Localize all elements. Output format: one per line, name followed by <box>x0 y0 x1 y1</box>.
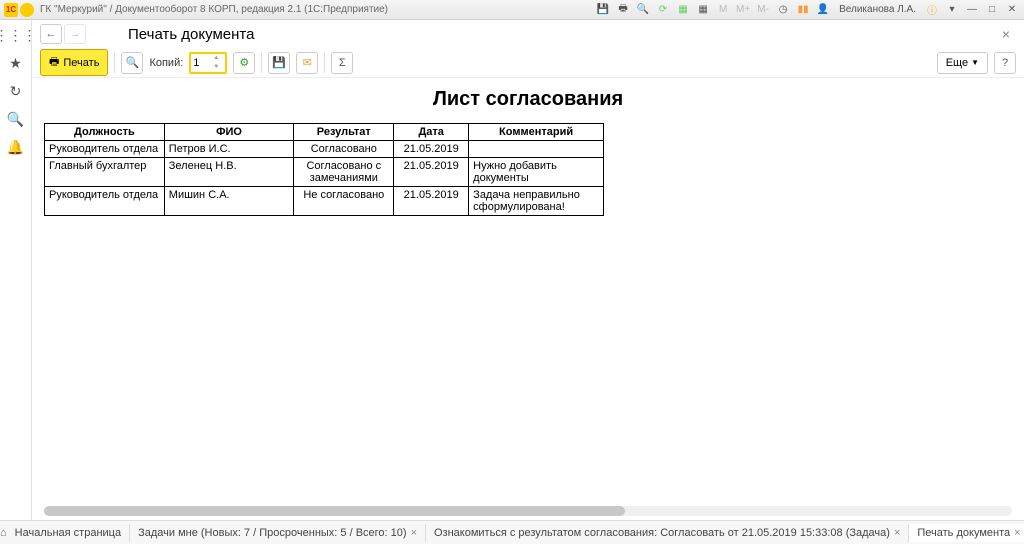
printer-icon: 🖶 <box>49 53 59 72</box>
tab-close-icon[interactable]: × <box>411 527 417 539</box>
col-comment: Комментарий <box>469 124 604 141</box>
taskbar-tab-print[interactable]: Печать документа × <box>909 524 1024 542</box>
title-bar: 1C ГК "Меркурий" / Документооборот 8 КОР… <box>0 0 1024 20</box>
taskbar-tab-review[interactable]: Ознакомиться с результатом согласования:… <box>426 524 909 542</box>
app-circle-icon <box>20 3 34 17</box>
m-minus-icon[interactable]: M- <box>755 2 771 18</box>
separator <box>324 53 325 73</box>
taskbar-tab-home[interactable]: Начальная страница <box>7 524 130 542</box>
cell-position: Главный бухгалтер <box>45 158 165 187</box>
back-button[interactable]: ← <box>40 24 62 44</box>
cell-comment: Задача неправильно сформулирована! <box>469 187 604 216</box>
horizontal-scrollbar[interactable] <box>44 506 1012 516</box>
cell-fio: Мишин С.А. <box>164 187 294 216</box>
document-title: Лист согласования <box>44 88 1012 111</box>
cell-date: 21.05.2019 <box>394 158 469 187</box>
tab-close-icon[interactable]: × <box>894 527 900 539</box>
cell-comment: Нужно добавить документы <box>469 158 604 187</box>
copies-stepper[interactable]: ▲ ▼ <box>211 54 221 72</box>
tab-label: Начальная страница <box>15 527 121 539</box>
forward-button[interactable]: → <box>64 24 86 44</box>
user-icon: 👤 <box>815 2 831 18</box>
cell-result: Не согласовано <box>294 187 394 216</box>
bars-icon[interactable]: ▮▮ <box>795 2 811 18</box>
taskbar-tab-tasks[interactable]: Задачи мне (Новых: 7 / Просроченных: 5 /… <box>130 524 426 542</box>
table-row: Главный бухгалтер Зеленец Н.В. Согласова… <box>45 158 604 187</box>
home-icon[interactable]: ⌂ <box>0 527 7 539</box>
copies-label: Копий: <box>149 57 183 69</box>
tab-close-icon[interactable]: × <box>1014 527 1020 539</box>
cell-comment <box>469 141 604 158</box>
preview-button[interactable]: 🔍 <box>121 52 143 74</box>
close-icon[interactable]: ✕ <box>1004 2 1020 18</box>
info-icon[interactable]: ⓘ <box>924 2 940 18</box>
apps-icon[interactable]: ⋮⋮⋮ <box>7 26 25 44</box>
col-result: Результат <box>294 124 394 141</box>
app-logo-icon: 1C <box>4 3 18 17</box>
more-label: Еще <box>946 57 968 69</box>
col-position: Должность <box>45 124 165 141</box>
window-title: ГК "Меркурий" / Документооборот 8 КОРП, … <box>40 4 595 15</box>
email-button[interactable]: ✉ <box>296 52 318 74</box>
table-row: Руководитель отдела Петров И.С. Согласов… <box>45 141 604 158</box>
tab-label: Ознакомиться с результатом согласования:… <box>434 527 890 539</box>
page-title: Печать документа <box>128 26 254 43</box>
more-button[interactable]: Еще ▼ <box>937 52 988 74</box>
help-button[interactable]: ? <box>994 52 1016 74</box>
cell-date: 21.05.2019 <box>394 141 469 158</box>
print-icon[interactable]: 🖶 <box>615 2 631 18</box>
settings-button[interactable]: ⚙ <box>233 52 255 74</box>
stepper-down-icon[interactable]: ▼ <box>211 63 221 72</box>
cell-fio: Петров И.С. <box>164 141 294 158</box>
main-area: ← → Печать документа × 🖶 Печать 🔍 Копий:… <box>32 20 1024 520</box>
print-button-label: Печать <box>63 57 99 69</box>
col-fio: ФИО <box>164 124 294 141</box>
user-name: Великанова Л.А. <box>839 4 916 15</box>
table-header-row: Должность ФИО Результат Дата Комментарий <box>45 124 604 141</box>
minimize-icon[interactable]: — <box>964 2 980 18</box>
toolbar: 🖶 Печать 🔍 Копий: ▲ ▼ ⚙ 💾 ✉ Σ Еще ▼ ? <box>32 48 1024 78</box>
save-button[interactable]: 💾 <box>268 52 290 74</box>
table-row: Руководитель отдела Мишин С.А. Не соглас… <box>45 187 604 216</box>
separator <box>261 53 262 73</box>
cell-result: Согласовано с замечаниями <box>294 158 394 187</box>
clock-icon[interactable]: ◷ <box>775 2 791 18</box>
separator <box>114 53 115 73</box>
star-icon[interactable]: ★ <box>7 54 25 72</box>
history-icon[interactable]: ↻ <box>7 82 25 100</box>
tab-label: Печать документа <box>917 527 1010 539</box>
m-plus-icon[interactable]: M+ <box>735 2 751 18</box>
cell-fio: Зеленец Н.В. <box>164 158 294 187</box>
search-icon[interactable]: 🔍 <box>7 110 25 128</box>
taskbar: ⌂ Начальная страница Задачи мне (Новых: … <box>0 520 1024 544</box>
maximize-icon[interactable]: □ <box>984 2 1000 18</box>
cell-position: Руководитель отдела <box>45 187 165 216</box>
header-row: ← → Печать документа × <box>32 20 1024 48</box>
cell-date: 21.05.2019 <box>394 187 469 216</box>
m-icon[interactable]: M <box>715 2 731 18</box>
approval-table: Должность ФИО Результат Дата Комментарий… <box>44 123 604 216</box>
left-sidebar: ⋮⋮⋮ ★ ↻ 🔍 🔔 <box>0 20 32 520</box>
print-button[interactable]: 🖶 Печать <box>40 49 108 76</box>
chevron-down-icon: ▼ <box>971 58 979 67</box>
stepper-up-icon[interactable]: ▲ <box>211 54 221 63</box>
dropdown-icon[interactable]: ▾ <box>944 2 960 18</box>
refresh-icon[interactable]: ⟳ <box>655 2 671 18</box>
tab-label: Задачи мне (Новых: 7 / Просроченных: 5 /… <box>138 527 406 539</box>
col-date: Дата <box>394 124 469 141</box>
scrollbar-thumb[interactable] <box>44 506 625 516</box>
cell-result: Согласовано <box>294 141 394 158</box>
page-close-button[interactable]: × <box>996 26 1016 42</box>
bell-icon[interactable]: 🔔 <box>7 138 25 156</box>
titlebar-right-icons: 💾 🖶 🔍 ⟳ ▦ ▦ M M+ M- ◷ ▮▮ 👤 Великанова Л.… <box>595 2 1020 18</box>
cell-position: Руководитель отдела <box>45 141 165 158</box>
copies-field[interactable]: ▲ ▼ <box>189 52 227 74</box>
calendar-icon[interactable]: ▦ <box>675 2 691 18</box>
save-icon[interactable]: 💾 <box>595 2 611 18</box>
copies-input[interactable] <box>193 57 211 69</box>
document-area: Лист согласования Должность ФИО Результа… <box>32 78 1024 520</box>
sum-button[interactable]: Σ <box>331 52 353 74</box>
grid-icon[interactable]: ▦ <box>695 2 711 18</box>
preview-icon[interactable]: 🔍 <box>635 2 651 18</box>
